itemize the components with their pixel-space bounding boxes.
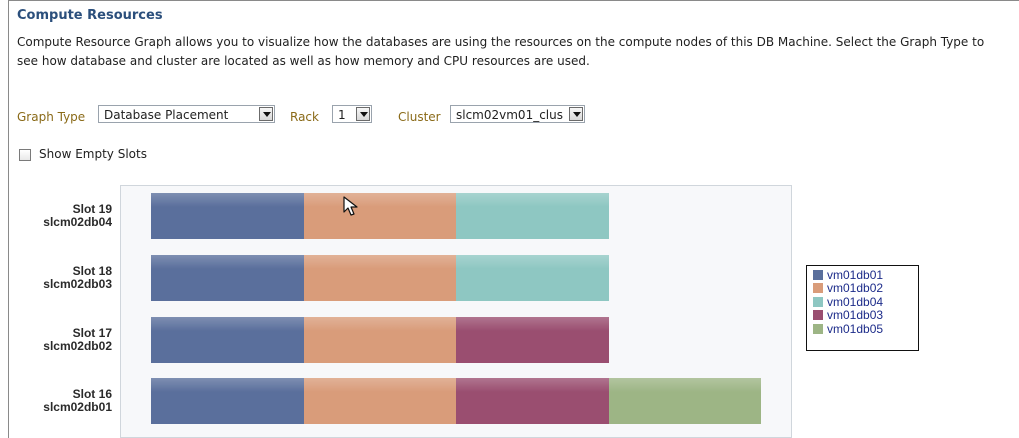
bar-segment-vm01db04[interactable]	[456, 193, 609, 239]
description-line-1: Compute Resource Graph allows you to vis…	[17, 35, 985, 49]
bar-segment-vm01db04[interactable]	[456, 255, 609, 301]
mouse-cursor-icon	[343, 196, 358, 216]
section-description: Compute Resource Graph allows you to vis…	[17, 33, 1019, 71]
panel-top-border	[8, 0, 1019, 1]
rack-label: Rack	[290, 110, 319, 124]
bar-segment-vm01db01[interactable]	[151, 317, 304, 363]
legend-label: vm01db04	[827, 294, 884, 309]
chevron-down-icon[interactable]	[356, 107, 370, 121]
row-host-label: slcm02db03	[43, 277, 112, 291]
legend-swatch	[813, 296, 823, 307]
graph-type-select[interactable]: Database Placement	[98, 105, 275, 123]
legend-item: vm01db02	[813, 282, 918, 296]
bar-segment-vm01db02[interactable]	[303, 378, 456, 424]
bar-segment-vm01db02[interactable]	[303, 255, 456, 301]
legend-swatch	[813, 310, 823, 321]
chevron-down-icon[interactable]	[569, 107, 583, 121]
legend-swatch	[813, 323, 823, 334]
legend-item: vm01db01	[813, 268, 918, 282]
legend-label: vm01db02	[827, 281, 884, 296]
bar-segment-vm01db01[interactable]	[151, 193, 304, 239]
cluster-select[interactable]: slcm02vm01_clus	[450, 105, 585, 123]
legend-label: vm01db03	[827, 308, 884, 323]
legend-label: vm01db05	[827, 321, 884, 336]
description-line-2: see how database and cluster are located…	[17, 54, 590, 68]
row-label: Slot 16 slcm02db01	[16, 388, 112, 414]
rack-value: 1	[338, 108, 346, 122]
bar-segment-vm01db01[interactable]	[151, 378, 304, 424]
legend-swatch	[813, 269, 823, 280]
legend-label: vm01db01	[827, 267, 884, 282]
rack-select[interactable]: 1	[332, 105, 372, 123]
bar-segment-vm01db01[interactable]	[151, 255, 304, 301]
legend-item: vm01db05	[813, 322, 918, 336]
row-host-label: slcm02db01	[43, 400, 112, 414]
chart-legend: vm01db01 vm01db02 vm01db04 vm01db03 vm01db05	[806, 265, 919, 351]
row-label: Slot 18 slcm02db03	[16, 265, 112, 291]
graph-type-value: Database Placement	[104, 108, 229, 122]
bar-segment-vm01db05[interactable]	[608, 378, 761, 424]
row-host-label: slcm02db02	[43, 339, 112, 353]
legend-item: vm01db04	[813, 295, 918, 309]
legend-item: vm01db03	[813, 309, 918, 323]
row-host-label: slcm02db04	[43, 215, 112, 229]
row-label: Slot 17 slcm02db02	[16, 327, 112, 353]
row-label: Slot 19 slcm02db04	[16, 203, 112, 229]
chevron-down-icon[interactable]	[259, 107, 273, 121]
section-title: Compute Resources	[17, 8, 163, 23]
panel-left-border	[8, 0, 9, 438]
bar-segment-vm01db03[interactable]	[456, 317, 609, 363]
bar-segment-vm01db02[interactable]	[303, 317, 456, 363]
bar-segment-vm01db03[interactable]	[456, 378, 609, 424]
legend-swatch	[813, 283, 823, 294]
graph-type-label: Graph Type	[17, 110, 86, 124]
show-empty-slots-label: Show Empty Slots	[39, 147, 147, 161]
cluster-label: Cluster	[398, 110, 441, 124]
cluster-value: slcm02vm01_clus	[456, 108, 563, 122]
show-empty-slots-checkbox[interactable]	[19, 149, 31, 161]
bar-segment-vm01db02[interactable]	[303, 193, 456, 239]
